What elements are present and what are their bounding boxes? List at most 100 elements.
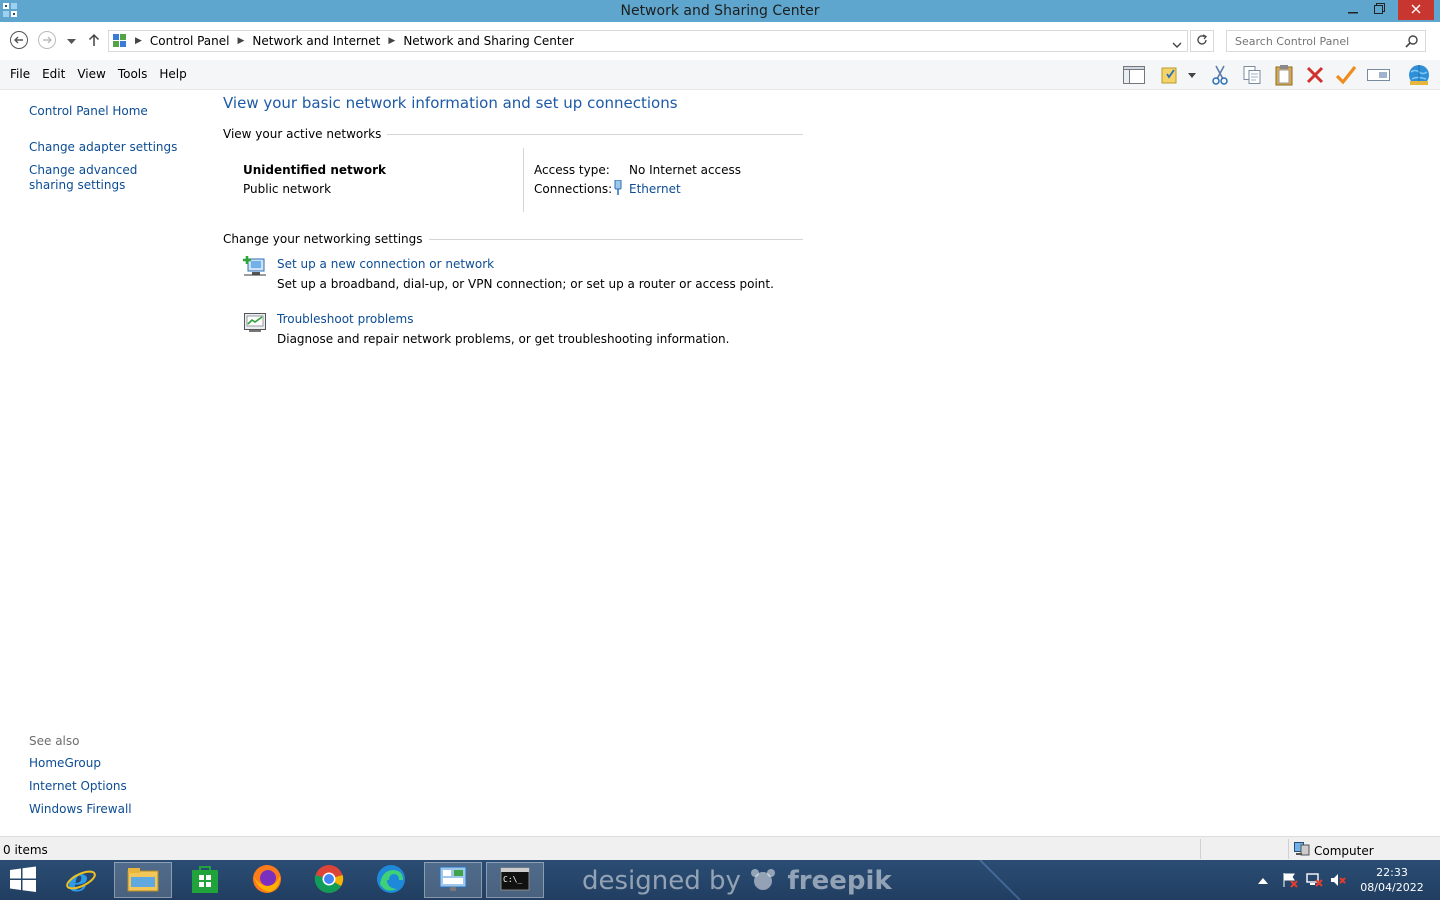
network-divider xyxy=(523,148,524,212)
menu-bar: File Edit View Tools Help xyxy=(0,60,1440,90)
minimize-icon xyxy=(1348,3,1358,17)
search-icon[interactable] xyxy=(1405,34,1419,51)
menu-edit[interactable]: Edit xyxy=(36,67,71,81)
volume-muted-icon[interactable] xyxy=(1330,860,1346,900)
refresh-button[interactable] xyxy=(1190,30,1214,52)
search-input[interactable] xyxy=(1227,31,1397,51)
back-arrow-icon xyxy=(9,30,29,53)
breadcrumb-network-and-internet[interactable]: Network and Internet xyxy=(252,34,380,48)
homegroup-link[interactable]: HomeGroup xyxy=(29,756,101,771)
change-settings-header: Change your networking settings xyxy=(223,232,803,246)
menu-view[interactable]: View xyxy=(71,67,111,81)
troubleshoot-icon[interactable] xyxy=(243,310,267,334)
windows-logo-icon xyxy=(10,866,36,895)
status-divider xyxy=(1200,839,1201,859)
active-networks-header: View your active networks xyxy=(223,127,803,141)
network-name: Unidentified network xyxy=(243,163,386,177)
breadcrumb-network-sharing-center[interactable]: Network and Sharing Center xyxy=(403,34,574,48)
restore-icon xyxy=(1373,3,1385,17)
left-navigation-pane: Control Panel Home Change adapter settin… xyxy=(0,90,210,836)
breadcrumb-separator-icon[interactable]: ▶ xyxy=(135,36,142,46)
title-bar: Network and Sharing Center xyxy=(0,0,1440,22)
properties-icon[interactable] xyxy=(1158,64,1182,86)
active-networks-label: View your active networks xyxy=(223,127,382,141)
taskbar-file-explorer[interactable] xyxy=(114,862,172,898)
menu-tools[interactable]: Tools xyxy=(112,67,154,81)
breadcrumb-separator-icon[interactable]: ▶ xyxy=(238,36,245,46)
status-location: Computer xyxy=(1294,842,1374,859)
computer-label: Computer xyxy=(1314,843,1374,858)
internet-options-link[interactable]: Internet Options xyxy=(29,779,127,794)
ethernet-icon xyxy=(613,179,623,198)
connections-label: Connections: xyxy=(534,182,613,196)
command-prompt-icon: C:\_ xyxy=(500,867,530,894)
taskbar: e C:\_ designed by freepik 22:33 08/04/2… xyxy=(0,860,1440,900)
address-bar[interactable]: ▶ Control Panel ▶ Network and Internet ▶… xyxy=(108,30,1188,52)
show-hidden-icons-button[interactable] xyxy=(1258,860,1268,900)
back-button[interactable] xyxy=(8,30,30,52)
address-row: ▶ Control Panel ▶ Network and Internet ▶… xyxy=(0,22,1440,60)
properties-dropdown-icon[interactable] xyxy=(1184,64,1200,86)
globe-icon[interactable] xyxy=(1407,64,1431,86)
ethernet-connection-link[interactable]: Ethernet xyxy=(629,182,681,196)
chevron-up-icon xyxy=(1258,873,1268,887)
close-button[interactable] xyxy=(1398,0,1434,20)
layout-pane-icon[interactable] xyxy=(1122,64,1146,86)
forward-arrow-icon xyxy=(37,30,57,53)
status-divider xyxy=(1288,839,1289,859)
control-panel-home-link[interactable]: Control Panel Home xyxy=(29,104,148,119)
cut-icon[interactable] xyxy=(1208,64,1232,86)
watermark: designed by freepik xyxy=(582,866,892,896)
taskbar-firefox[interactable] xyxy=(238,862,296,898)
network-type-link[interactable]: Public network xyxy=(243,182,331,196)
clock-date: 08/04/2022 xyxy=(1360,881,1424,894)
menu-help[interactable]: Help xyxy=(153,67,192,81)
taskbar-control-panel[interactable] xyxy=(424,862,482,898)
network-status-icon[interactable] xyxy=(1306,860,1324,900)
paste-icon[interactable] xyxy=(1272,64,1296,86)
setup-new-connection-link[interactable]: Set up a new connection or network xyxy=(277,257,494,271)
menu-file[interactable]: File xyxy=(4,67,36,81)
section-divider xyxy=(428,238,803,240)
new-connection-icon[interactable] xyxy=(243,255,267,279)
edge-icon xyxy=(376,864,406,897)
windows-firewall-link[interactable]: Windows Firewall xyxy=(29,802,132,817)
chevron-down-icon xyxy=(66,34,76,48)
change-advanced-sharing-settings-link[interactable]: Change advanced sharing settings xyxy=(29,163,179,193)
copy-icon[interactable] xyxy=(1240,64,1264,86)
clock[interactable]: 22:33 08/04/2022 xyxy=(1356,865,1428,895)
access-type-label: Access type: xyxy=(534,163,610,177)
start-button[interactable] xyxy=(0,862,46,898)
troubleshoot-problems-link[interactable]: Troubleshoot problems xyxy=(277,312,413,326)
delete-icon[interactable] xyxy=(1303,64,1327,86)
breadcrumb-control-panel[interactable]: Control Panel xyxy=(150,34,230,48)
control-panel-icon xyxy=(438,865,468,896)
refresh-icon xyxy=(1196,33,1208,49)
taskbar-decoration xyxy=(979,860,1021,900)
freepik-logo-icon xyxy=(749,867,779,891)
address-dropdown-icon[interactable] xyxy=(1172,38,1182,52)
restore-button[interactable] xyxy=(1364,0,1394,20)
firefox-icon xyxy=(252,864,282,897)
forward-button[interactable] xyxy=(36,30,58,52)
window-title: Network and Sharing Center xyxy=(620,3,820,19)
search-box[interactable] xyxy=(1226,30,1426,52)
rename-icon[interactable] xyxy=(1367,64,1391,86)
taskbar-store[interactable] xyxy=(176,862,234,898)
taskbar-chrome[interactable] xyxy=(300,862,358,898)
store-icon xyxy=(191,864,219,897)
watermark-prefix: designed by xyxy=(582,866,741,896)
see-also-label: See also xyxy=(29,734,80,748)
taskbar-internet-explorer[interactable]: e xyxy=(52,861,110,899)
checkmark-icon[interactable] xyxy=(1334,64,1358,86)
recent-locations-button[interactable] xyxy=(62,30,80,52)
change-adapter-settings-link[interactable]: Change adapter settings xyxy=(29,140,177,155)
taskbar-edge[interactable] xyxy=(362,862,420,898)
action-center-icon[interactable] xyxy=(1282,860,1298,900)
access-type-value: No Internet access xyxy=(629,163,742,177)
breadcrumb-separator-icon[interactable]: ▶ xyxy=(388,36,395,46)
close-icon xyxy=(1411,3,1421,17)
taskbar-command-prompt[interactable]: C:\_ xyxy=(486,862,544,898)
chrome-icon xyxy=(314,864,344,897)
up-button[interactable] xyxy=(84,30,104,52)
